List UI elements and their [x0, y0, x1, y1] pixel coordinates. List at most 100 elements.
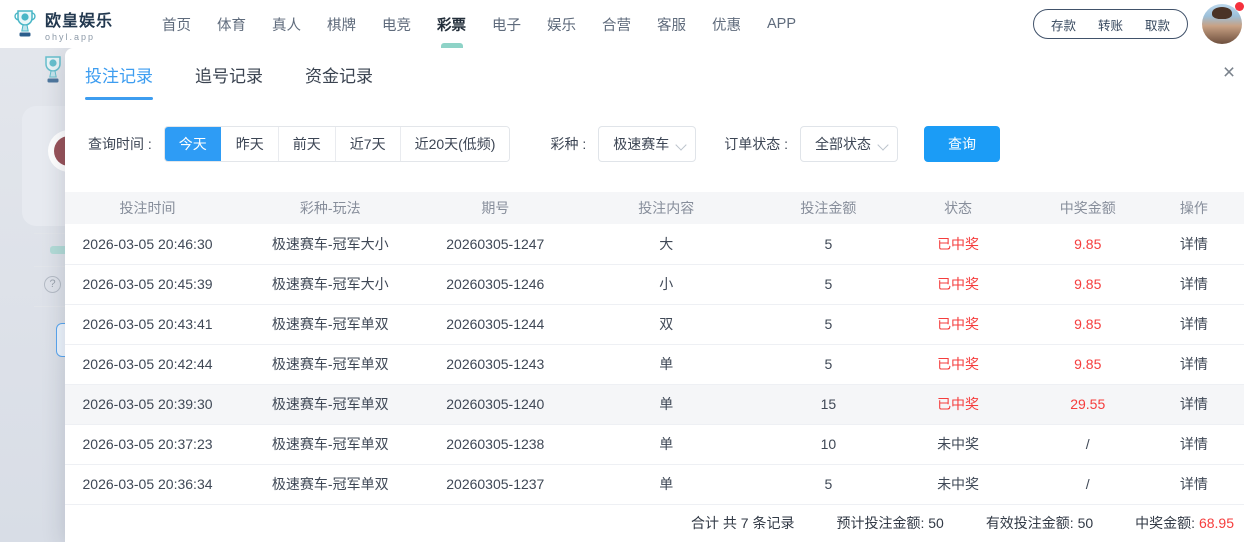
- help-icon: ?: [44, 276, 61, 293]
- nav-item[interactable]: 电子: [479, 0, 534, 48]
- wallet-button[interactable]: 取款: [1134, 15, 1181, 34]
- nav-item[interactable]: 合营: [589, 0, 644, 48]
- table-row: 2026-03-05 20:42:44 极速赛车-冠军单双 20260305-1…: [65, 344, 1244, 384]
- cell-bet-amount: 10: [772, 424, 884, 464]
- cell-bet-amount: 5: [772, 464, 884, 504]
- cell-status: 已中奖: [884, 264, 1031, 304]
- cell-game-play: 极速赛车-冠军单双: [230, 304, 430, 344]
- table-header-cell: 操作: [1144, 192, 1244, 224]
- nav-item[interactable]: 体育: [204, 0, 259, 48]
- table-header-cell: 投注金额: [772, 192, 884, 224]
- modal-tab[interactable]: 追号记录: [195, 48, 263, 100]
- detail-link[interactable]: 详情: [1144, 264, 1244, 304]
- nav-item[interactable]: 首页: [149, 0, 204, 48]
- filter-bar: 查询时间 : 今天昨天前天近7天近20天(低频) 彩种 : 极速赛车 订单状态 …: [88, 126, 1244, 162]
- cell-bet-amount: 5: [772, 264, 884, 304]
- detail-link[interactable]: 详情: [1144, 304, 1244, 344]
- trophy-icon: [12, 8, 38, 40]
- status-filter-label: 订单状态 :: [724, 134, 788, 154]
- time-range-chip[interactable]: 近20天(低频): [400, 127, 510, 161]
- brand-subtitle: ohyl.app: [45, 32, 113, 42]
- lottery-select[interactable]: 极速赛车: [598, 126, 696, 162]
- cell-bet-time: 2026-03-05 20:37:23: [65, 424, 230, 464]
- cell-issue-number: 20260305-1246: [430, 264, 560, 304]
- time-range-chip[interactable]: 近7天: [335, 127, 400, 161]
- time-range-chip[interactable]: 今天: [165, 127, 221, 161]
- lottery-filter-label: 彩种 :: [550, 134, 586, 154]
- detail-link[interactable]: 详情: [1144, 224, 1244, 264]
- detail-link[interactable]: 详情: [1144, 344, 1244, 384]
- order-status-select[interactable]: 全部状态: [800, 126, 898, 162]
- cell-prize-amount: 9.85: [1032, 344, 1144, 384]
- cell-status: 已中奖: [884, 224, 1031, 264]
- modal-tabs: 投注记录追号记录资金记录: [65, 48, 1244, 100]
- detail-link[interactable]: 详情: [1144, 464, 1244, 504]
- bet-table-body: 2026-03-05 20:46:30 极速赛车-冠军大小 20260305-1…: [65, 224, 1244, 504]
- cell-bet-time: 2026-03-05 20:43:41: [65, 304, 230, 344]
- nav-item[interactable]: 真人: [259, 0, 314, 48]
- cell-prize-amount: 9.85: [1032, 224, 1144, 264]
- brand-title: 欧皇娱乐: [45, 7, 113, 31]
- cell-bet-amount: 15: [772, 384, 884, 424]
- cell-bet-content: 单: [560, 464, 772, 504]
- cell-bet-content: 小: [560, 264, 772, 304]
- cell-prize-amount: 9.85: [1032, 304, 1144, 344]
- nav-item[interactable]: 电竞: [369, 0, 424, 48]
- time-range-chip[interactable]: 前天: [278, 127, 335, 161]
- cell-bet-time: 2026-03-05 20:39:30: [65, 384, 230, 424]
- close-icon[interactable]: ×: [1216, 60, 1242, 86]
- cell-bet-content: 双: [560, 304, 772, 344]
- chevron-down-icon: [877, 139, 888, 150]
- wallet-actions: 存款转账取款: [1033, 9, 1188, 39]
- modal-tab[interactable]: 投注记录: [85, 48, 153, 100]
- table-header-cell: 投注内容: [560, 192, 772, 224]
- time-filter-label: 查询时间 :: [88, 134, 152, 154]
- wallet-button[interactable]: 存款: [1040, 15, 1087, 34]
- time-range-chip[interactable]: 昨天: [221, 127, 278, 161]
- notification-dot: [1235, 2, 1244, 11]
- nav-item[interactable]: 客服: [644, 0, 699, 48]
- nav-item[interactable]: 彩票: [424, 0, 479, 48]
- user-avatar[interactable]: [1202, 4, 1242, 44]
- bet-records-table: 投注时间彩种-玩法期号投注内容投注金额状态中奖金额操作 2026-03-05 2…: [65, 192, 1244, 505]
- nav-item[interactable]: APP: [754, 0, 809, 48]
- cell-bet-content: 单: [560, 344, 772, 384]
- search-button[interactable]: 查询: [924, 126, 1000, 162]
- brand-logo[interactable]: 欧皇娱乐 ohyl.app: [12, 7, 113, 42]
- table-header-cell: 中奖金额: [1032, 192, 1144, 224]
- detail-link[interactable]: 详情: [1144, 384, 1244, 424]
- cell-prize-amount: /: [1032, 424, 1144, 464]
- cell-issue-number: 20260305-1240: [430, 384, 560, 424]
- table-row: 2026-03-05 20:46:30 极速赛车-冠军大小 20260305-1…: [65, 224, 1244, 264]
- cell-issue-number: 20260305-1237: [430, 464, 560, 504]
- wallet-button[interactable]: 转账: [1087, 15, 1134, 34]
- modal-tab[interactable]: 资金记录: [305, 48, 373, 100]
- table-row: 2026-03-05 20:43:41 极速赛车-冠军单双 20260305-1…: [65, 304, 1244, 344]
- table-header-cell: 期号: [430, 192, 560, 224]
- cell-bet-time: 2026-03-05 20:46:30: [65, 224, 230, 264]
- summary-prize: 中奖金额: 68.95: [1135, 513, 1234, 533]
- cell-bet-amount: 5: [772, 224, 884, 264]
- nav-item[interactable]: 娱乐: [534, 0, 589, 48]
- cell-issue-number: 20260305-1238: [430, 424, 560, 464]
- time-range-group: 今天昨天前天近7天近20天(低频): [164, 126, 511, 162]
- cell-game-play: 极速赛车-冠军大小: [230, 264, 430, 304]
- cell-bet-amount: 5: [772, 304, 884, 344]
- nav-item[interactable]: 棋牌: [314, 0, 369, 48]
- detail-link[interactable]: 详情: [1144, 424, 1244, 464]
- summary-expected: 预计投注金额: 50: [836, 513, 943, 533]
- cell-issue-number: 20260305-1244: [430, 304, 560, 344]
- cell-game-play: 极速赛车-冠军单双: [230, 464, 430, 504]
- cell-status: 已中奖: [884, 304, 1031, 344]
- cell-prize-amount: /: [1032, 464, 1144, 504]
- cell-status: 未中奖: [884, 424, 1031, 464]
- table-row: 2026-03-05 20:37:23 极速赛车-冠军单双 20260305-1…: [65, 424, 1244, 464]
- cell-game-play: 极速赛车-冠军单双: [230, 344, 430, 384]
- table-header-row: 投注时间彩种-玩法期号投注内容投注金额状态中奖金额操作: [65, 192, 1244, 224]
- table-header-cell: 彩种-玩法: [230, 192, 430, 224]
- summary-bar: 合计 共 7 条记录 预计投注金额: 50 有效投注金额: 50 中奖金额: 6…: [65, 505, 1244, 542]
- summary-prize-value: 68.95: [1199, 515, 1234, 531]
- table-row: 2026-03-05 20:45:39 极速赛车-冠军大小 20260305-1…: [65, 264, 1244, 304]
- nav-item[interactable]: 优惠: [699, 0, 754, 48]
- lottery-select-value: 极速赛车: [613, 134, 669, 154]
